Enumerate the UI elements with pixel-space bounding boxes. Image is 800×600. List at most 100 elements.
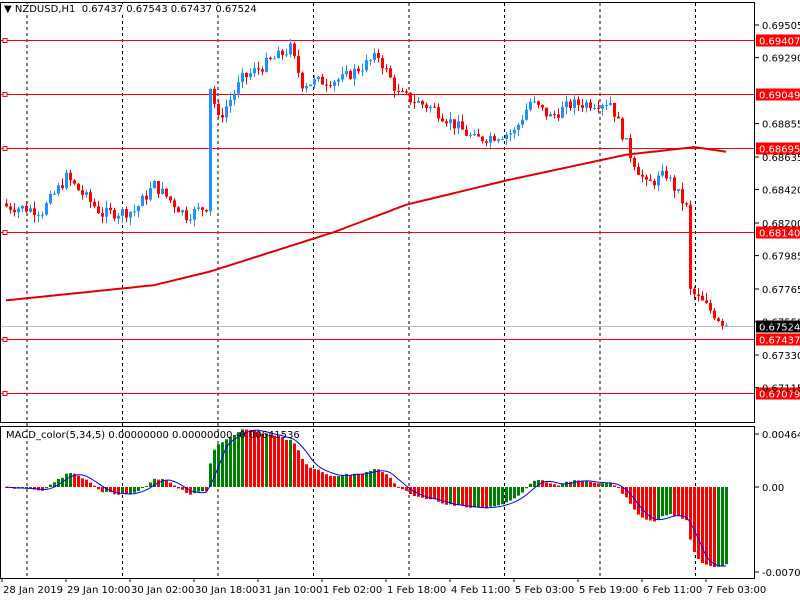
macd-histogram-bar (513, 487, 516, 499)
macd-histogram-bar (233, 434, 236, 487)
bear-candle (389, 68, 392, 78)
level-anchor-icon (2, 337, 8, 342)
bull-candle (233, 93, 236, 100)
macd-histogram-bar (309, 467, 312, 487)
bull-candle (525, 109, 528, 120)
price-tick-label: 0.69505 (762, 21, 800, 32)
macd-axis-label: -0.007093 (762, 568, 800, 579)
level-price-label: 0.68140 (759, 229, 800, 240)
bear-candle (441, 118, 444, 122)
macd-histogram-bar (121, 487, 124, 494)
bear-candle (125, 209, 128, 218)
bear-candle (597, 107, 600, 109)
bull-candle (489, 136, 492, 143)
price-tick-label: 0.67765 (762, 285, 800, 296)
macd-histogram-bar (721, 487, 724, 567)
bear-candle (413, 102, 416, 104)
bear-candle (113, 210, 116, 219)
bear-candle (25, 205, 28, 212)
bear-candle (537, 101, 540, 105)
time-label: 5 Feb 03:00 (515, 585, 574, 596)
bull-candle (17, 208, 20, 213)
macd-histogram-bar (137, 487, 140, 491)
macd-label: MACD_color(5,34,5) (6, 430, 106, 441)
bear-candle (293, 43, 296, 57)
time-label: 1 Feb 18:00 (387, 585, 446, 596)
macd-histogram-bar (313, 469, 316, 487)
macd-histogram-bar (113, 487, 116, 495)
macd-histogram-bar (533, 480, 536, 487)
macd-histogram-bar (673, 487, 676, 516)
bear-candle (713, 310, 716, 319)
level-anchor-icon (2, 230, 8, 235)
bull-candle (517, 124, 520, 130)
macd-histogram-bar (321, 472, 324, 487)
macd-histogram-bar (133, 487, 136, 493)
macd-histogram-bar (601, 483, 604, 487)
macd-histogram-bar (465, 487, 468, 508)
price-tick-label: 0.67985 (762, 252, 800, 263)
price-tick-label: 0.68635 (762, 153, 800, 164)
bear-candle (97, 206, 100, 214)
bear-candle (653, 180, 656, 186)
macd-histogram-bar (589, 481, 592, 487)
bear-candle (5, 203, 8, 207)
bear-candle (465, 129, 468, 136)
macd-histogram-bar (473, 487, 476, 508)
macd-histogram-bar (273, 435, 276, 487)
bear-candle (705, 300, 708, 303)
macd-histogram-bar (49, 484, 52, 487)
bull-candle (273, 58, 276, 60)
macd-histogram-bar (433, 487, 436, 500)
bear-candle (257, 68, 260, 70)
price-tick-label: 0.68420 (762, 186, 800, 197)
high-value: 0.67543 (126, 4, 168, 15)
macd-histogram-bar (201, 487, 204, 492)
bear-candle (393, 77, 396, 91)
bull-candle (29, 208, 32, 212)
macd-histogram-bar (641, 487, 644, 518)
bull-candle (137, 206, 140, 212)
macd-histogram-bar (141, 487, 144, 488)
macd-histogram-bar (521, 487, 524, 493)
price-chart[interactable]: 0.694070.690490.686950.681400.674370.670… (0, 0, 800, 600)
macd-histogram-bar (169, 482, 172, 487)
macd-histogram-bar (705, 487, 708, 565)
bull-candle (129, 211, 132, 218)
price-tick-label: 0.69290 (762, 54, 800, 65)
bull-candle (333, 81, 336, 86)
macd-histogram-bar (181, 487, 184, 490)
bull-candle (253, 68, 256, 74)
macd-histogram-bar (525, 487, 528, 489)
macd-histogram-bar (401, 487, 404, 490)
bear-candle (681, 189, 684, 204)
bear-candle (325, 84, 328, 86)
bull-candle (677, 189, 680, 191)
bull-candle (449, 119, 452, 124)
macd-histogram-bar (229, 436, 232, 487)
level-anchor-icon (2, 38, 8, 43)
bull-candle (229, 99, 232, 107)
bull-candle (473, 134, 476, 136)
macd-histogram-bar (81, 478, 84, 487)
macd-histogram-bar (89, 482, 92, 487)
macd-histogram-bar (293, 443, 296, 487)
macd-histogram-bar (361, 473, 364, 487)
level-anchor-icon (2, 146, 8, 151)
macd-histogram-bar (405, 487, 408, 491)
bear-candle (709, 302, 712, 311)
macd-axis-label: 0.00 (762, 483, 784, 494)
price-tick-label: 0.67330 (762, 351, 800, 362)
bull-candle (241, 72, 244, 83)
macd-histogram-bar (477, 487, 480, 508)
bear-candle (697, 294, 700, 296)
bear-candle (485, 141, 488, 143)
bull-candle (561, 107, 564, 118)
bull-candle (181, 210, 184, 213)
macd-histogram-bar (501, 487, 504, 505)
bear-candle (633, 158, 636, 167)
macd-histogram-bar (377, 469, 380, 487)
bull-candle (661, 170, 664, 176)
bear-candle (221, 114, 224, 118)
macd-histogram-bar (725, 487, 728, 565)
